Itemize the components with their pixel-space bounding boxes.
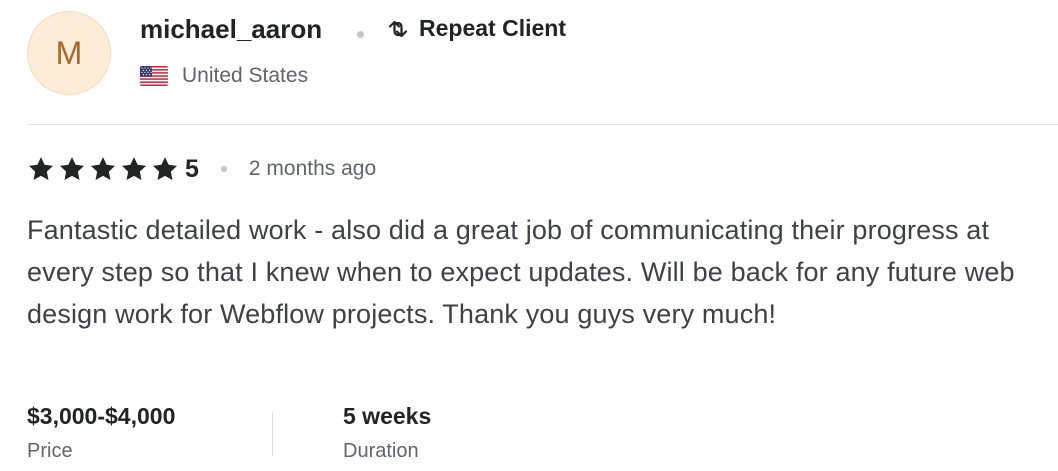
rating-value: 5 bbox=[185, 154, 199, 183]
reviewer-username[interactable]: michael_aaron bbox=[140, 14, 322, 45]
review-card: M michael_aaron Repeat Client United Sta… bbox=[0, 0, 1058, 471]
rating-row: 5 2 months ago bbox=[27, 152, 376, 186]
reviewer-country: United States bbox=[140, 64, 308, 88]
avatar[interactable]: M bbox=[27, 11, 111, 95]
price-label: Price bbox=[27, 440, 73, 462]
avatar-initial: M bbox=[55, 34, 83, 71]
star-icon bbox=[28, 157, 54, 180]
repeat-icon bbox=[388, 20, 408, 37]
star-icon bbox=[90, 157, 116, 180]
star-icon bbox=[152, 157, 178, 180]
star-icon bbox=[121, 157, 147, 180]
price-value: $3,000-$4,000 bbox=[27, 403, 176, 429]
duration-value: 5 weeks bbox=[343, 403, 432, 429]
header-divider bbox=[27, 124, 1058, 125]
star-icon bbox=[59, 157, 85, 180]
separator-dot bbox=[357, 31, 364, 38]
us-flag-icon bbox=[140, 66, 168, 86]
details-divider bbox=[272, 412, 273, 456]
review-time-ago: 2 months ago bbox=[248, 157, 377, 180]
duration-label: Duration bbox=[343, 440, 419, 462]
star-rating bbox=[27, 155, 179, 183]
repeat-client-label: Repeat Client bbox=[419, 15, 566, 41]
duration-detail: 5 weeks Duration bbox=[343, 400, 431, 464]
review-comment: Fantastic detailed work - also did a gre… bbox=[27, 215, 1015, 329]
country-label: United States bbox=[182, 64, 309, 87]
repeat-client-badge: Repeat Client bbox=[385, 15, 566, 42]
price-detail: $3,000-$4,000 Price bbox=[27, 400, 175, 464]
separator-dot bbox=[220, 166, 227, 172]
